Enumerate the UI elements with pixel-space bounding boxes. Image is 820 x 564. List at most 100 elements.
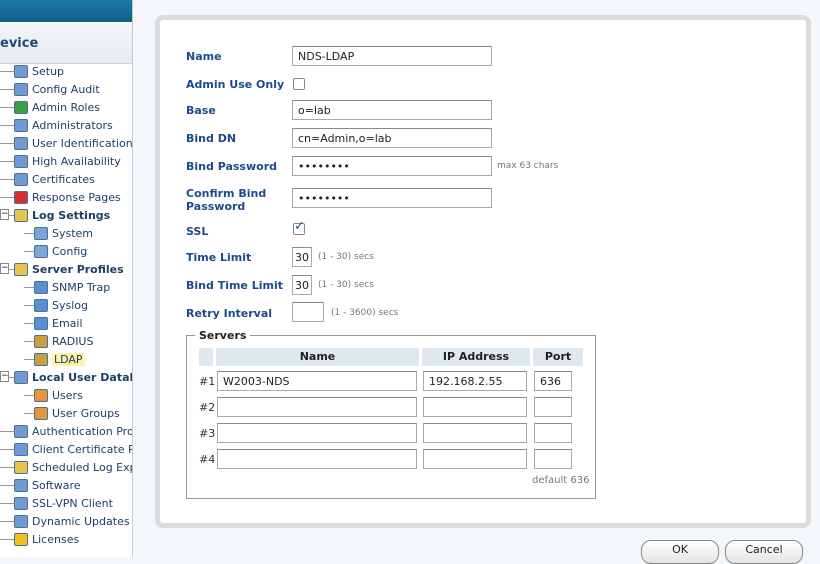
tree-item-client-certificate-pro[interactable]: Client Certificate Pro — [14, 440, 132, 458]
tree-item-radius[interactable]: RADIUS — [34, 332, 93, 350]
bind-dn-input[interactable]: cn=Admin,o=lab — [292, 128, 492, 148]
bind-dn-label: Bind DN — [186, 132, 237, 145]
tree-connector — [24, 341, 34, 342]
time-limit-input[interactable]: 30 — [292, 247, 312, 267]
tree-item-user-identification[interactable]: User Identification — [14, 134, 133, 152]
servers-legend: Servers — [195, 329, 251, 342]
ssl-checkbox[interactable]: ✓ — [293, 219, 305, 235]
folder-icon — [14, 208, 28, 222]
retry-interval-label: Retry Interval — [186, 307, 273, 320]
cancel-button[interactable]: Cancel — [725, 540, 803, 564]
tree-connector — [0, 485, 14, 486]
tree-item-label: Config Audit — [32, 82, 100, 96]
tree-connector — [24, 323, 34, 324]
tree-item-local-user-databa[interactable]: Local User Databa — [14, 368, 132, 386]
tree-connector — [0, 197, 14, 198]
tree-item-system[interactable]: System — [34, 224, 93, 242]
tree-item-software[interactable]: Software — [14, 476, 81, 494]
tree-item-log-settings[interactable]: Log Settings — [14, 206, 110, 224]
server-name-input[interactable] — [217, 423, 417, 443]
tree-connector — [24, 233, 34, 234]
tree-item-syslog[interactable]: Syslog — [34, 296, 88, 314]
retry-interval-input[interactable] — [292, 302, 324, 322]
tree-item-licenses[interactable]: Licenses — [14, 530, 79, 548]
port-default-hint: default 636 — [532, 475, 590, 486]
tree-connector — [0, 503, 14, 504]
collapse-toggle[interactable]: − — [0, 209, 9, 220]
tree-item-config-audit[interactable]: Config Audit — [14, 80, 100, 98]
bind-password-input[interactable]: •••••••• — [292, 156, 492, 176]
confirm-bind-password-input[interactable]: •••••••• — [292, 188, 492, 208]
tree-connector — [0, 449, 14, 450]
tree-item-users[interactable]: Users — [34, 386, 83, 404]
document-icon — [34, 226, 48, 240]
tree-item-dynamic-updates[interactable]: Dynamic Updates — [14, 512, 130, 530]
column-header-ip: IP Address — [422, 348, 530, 366]
tree-item-certificates[interactable]: Certificates — [14, 170, 95, 188]
ssl-label: SSL — [186, 225, 209, 238]
config-audit-icon — [14, 82, 28, 96]
tree-item-response-pages[interactable]: Response Pages — [14, 188, 121, 206]
section-title: evice — [0, 22, 132, 64]
sidebar: evice Setup Config Audit Admin Roles Admini… — [0, 0, 133, 557]
tree-item-server-profiles[interactable]: Server Profiles — [14, 260, 124, 278]
server-port-input[interactable]: 636 — [534, 371, 572, 391]
ok-button[interactable]: OK — [641, 540, 719, 564]
server-icon — [34, 280, 48, 294]
folder-icon — [14, 460, 28, 474]
server-ip-input[interactable]: 192.168.2.55 — [423, 371, 527, 391]
header-band — [0, 0, 132, 22]
tree-item-label: Response Pages — [32, 190, 121, 204]
tree-item-authentication-profil[interactable]: Authentication Profil — [14, 422, 132, 440]
tree-item-administrators[interactable]: Administrators — [14, 116, 113, 134]
collapse-toggle[interactable]: − — [0, 371, 9, 382]
tree-connector — [0, 539, 14, 540]
server-port-input[interactable] — [534, 449, 572, 469]
tree-item-label: LDAP — [52, 352, 85, 366]
tree-item-config[interactable]: Config — [34, 242, 87, 260]
user-icon — [34, 388, 48, 402]
base-label: Base — [186, 104, 216, 117]
server-ip-input[interactable] — [423, 423, 527, 443]
tree-item-snmp-trap[interactable]: SNMP Trap — [34, 278, 110, 296]
server-name-input[interactable] — [217, 397, 417, 417]
tree-connector — [0, 431, 14, 432]
tree-item-scheduled-log-export[interactable]: Scheduled Log Export — [14, 458, 132, 476]
tree-item-label: User Identification — [32, 136, 133, 150]
tree-connector — [0, 89, 14, 90]
tree-item-high-availability[interactable]: High Availability — [14, 152, 121, 170]
collapse-toggle[interactable]: − — [0, 263, 9, 274]
tree-item-ssl-vpn-client[interactable]: SSL-VPN Client — [14, 494, 113, 512]
server-name-input[interactable] — [217, 449, 417, 469]
bind-password-hint: max 63 chars — [497, 161, 559, 171]
tree-connector — [0, 161, 14, 162]
server-name-input[interactable]: W2003-NDS — [217, 371, 417, 391]
server-ip-input[interactable] — [423, 397, 527, 417]
time-limit-label: Time Limit — [186, 251, 252, 264]
tree-item-label: Admin Roles — [32, 100, 100, 114]
tree-connector — [0, 71, 14, 72]
tree-connector — [0, 179, 14, 180]
tree-item-setup[interactable]: Setup — [14, 62, 64, 80]
tree-item-email[interactable]: Email — [34, 314, 83, 332]
tree-item-user-groups[interactable]: User Groups — [34, 404, 120, 422]
name-input[interactable]: NDS-LDAP — [292, 46, 492, 66]
bind-time-limit-input[interactable]: 30 — [292, 275, 312, 295]
tree-item-label: User Groups — [52, 406, 120, 420]
tree-item-admin-roles[interactable]: Admin Roles — [14, 98, 100, 116]
administrator-icon — [14, 118, 28, 132]
server-port-input[interactable] — [534, 423, 572, 443]
document-icon — [34, 244, 48, 258]
tree-item-label: Users — [52, 388, 83, 402]
server-ip-input[interactable] — [423, 449, 527, 469]
tree-item-ldap[interactable]: LDAP — [34, 350, 85, 368]
base-input[interactable]: o=lab — [292, 100, 492, 120]
server-port-input[interactable] — [534, 397, 572, 417]
tree-connector — [24, 359, 34, 360]
tree-item-label: Server Profiles — [32, 262, 124, 276]
tree-connector — [24, 305, 34, 306]
tree-item-label: Client Certificate Pro — [32, 442, 132, 456]
tree-connector — [24, 251, 34, 252]
admin-use-only-checkbox[interactable] — [293, 78, 305, 90]
name-label: Name — [186, 50, 222, 63]
